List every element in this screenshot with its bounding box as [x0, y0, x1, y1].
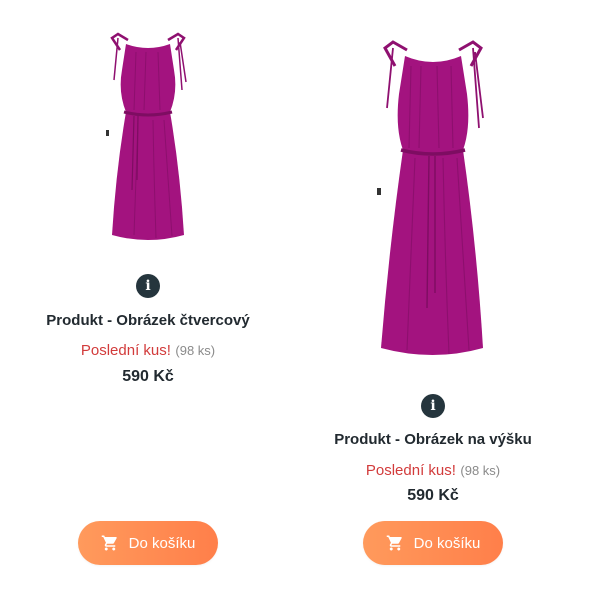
- add-to-cart-label: Do košíku: [413, 534, 481, 552]
- add-to-cart-label: Do košíku: [128, 534, 196, 552]
- cart-icon: [101, 535, 117, 551]
- stock-label: Poslední kus!: [365, 462, 456, 479]
- stock-info: Poslední kus! (98 ks): [5, 342, 291, 360]
- product-image[interactable]: [98, 30, 198, 250]
- product-image[interactable]: [371, 38, 495, 364]
- cart-icon: [386, 535, 402, 551]
- stock-label: Poslední kus!: [80, 342, 171, 359]
- product-card: i Produkt - Obrázek čtvercový Poslední k…: [5, 0, 291, 589]
- add-to-cart-button[interactable]: Do košíku: [78, 521, 218, 565]
- info-icon[interactable]: i: [421, 394, 445, 418]
- info-icon[interactable]: i: [136, 274, 160, 298]
- product-name[interactable]: Produkt - Obrázek na výšku: [290, 431, 576, 448]
- stock-count: (98 ks): [460, 463, 501, 478]
- stock-info: Poslední kus! (98 ks): [290, 462, 576, 480]
- info-glyph: i: [430, 398, 436, 414]
- price: 590 Kč: [407, 487, 459, 504]
- stock-count: (98 ks): [175, 343, 216, 358]
- price: 590 Kč: [122, 368, 174, 385]
- info-glyph: i: [145, 278, 151, 294]
- product-grid: i Produkt - Obrázek čtvercový Poslední k…: [0, 0, 591, 589]
- add-to-cart-button[interactable]: Do košíku: [363, 521, 503, 565]
- product-card: i Produkt - Obrázek na výšku Poslední ku…: [290, 0, 576, 589]
- product-name[interactable]: Produkt - Obrázek čtvercový: [5, 312, 291, 329]
